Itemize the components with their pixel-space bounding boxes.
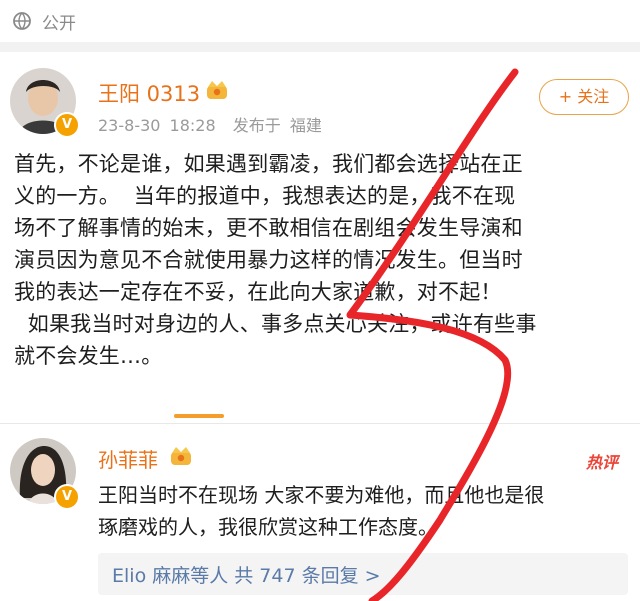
post-location: 发布于 福建 xyxy=(232,116,322,135)
hot-comment-badge: 热评 xyxy=(586,453,619,472)
post-line: 场不了解事情的始末，更不敢相信在剧组会发生导演和 xyxy=(14,216,523,240)
post-line: 如果我当时对身边的人、事多点关心关注，或许有些事 xyxy=(14,312,537,336)
comment-body: 王阳当时不在现场 大家不要为难他，而且他也是很 琢磨戏的人，我很欣赏这种工作态度… xyxy=(98,479,638,543)
comment-line: 王阳当时不在现场 大家不要为难他，而且他也是很 xyxy=(98,483,545,507)
replies-box[interactable]: Elio 麻麻等人 共 747 条回复 > xyxy=(98,553,628,595)
tab-indicator xyxy=(174,414,224,418)
crown-icon xyxy=(205,80,229,104)
post-line: 演员因为意见不合就使用暴力这样的情况发生。但当时 xyxy=(14,248,523,272)
crown-icon xyxy=(169,446,193,470)
replies-link[interactable]: Elio 麻麻等人 共 747 条回复 > xyxy=(112,561,381,588)
post-time: 23-8-30 18:28 xyxy=(98,116,216,135)
post-body: 首先，不论是谁，如果遇到霸凌，我们都会选择站在正 义的一方。 当年的报道中，我想… xyxy=(14,148,630,372)
visibility-bar: 公开 xyxy=(0,0,640,42)
section-divider xyxy=(0,42,640,52)
follow-button[interactable]: + 关注 xyxy=(539,79,629,115)
post-line: 就不会发生…。 xyxy=(14,344,163,368)
post-line: 义的一方。 当年的报道中，我想表达的是，我不在现 xyxy=(14,184,516,208)
lock-icon xyxy=(13,11,31,35)
visibility-label: 公开 xyxy=(42,14,76,34)
post-meta: 23-8-30 18:28 发布于 福建 xyxy=(98,112,322,136)
post-line: 首先，不论是谁，如果遇到霸凌，我们都会选择站在正 xyxy=(14,152,523,176)
commenter-username[interactable]: 孙菲菲 xyxy=(98,444,158,473)
post-username[interactable]: 王阳 0313 xyxy=(98,78,200,108)
comment-line: 琢磨戏的人，我很欣赏这种工作态度。 xyxy=(98,515,438,539)
comment-divider xyxy=(0,423,640,424)
verified-badge-icon: V xyxy=(54,112,80,138)
post-line: 我的表达一定存在不妥，在此向大家道歉，对不起！ xyxy=(14,280,502,304)
verified-badge-icon: V xyxy=(54,484,80,510)
